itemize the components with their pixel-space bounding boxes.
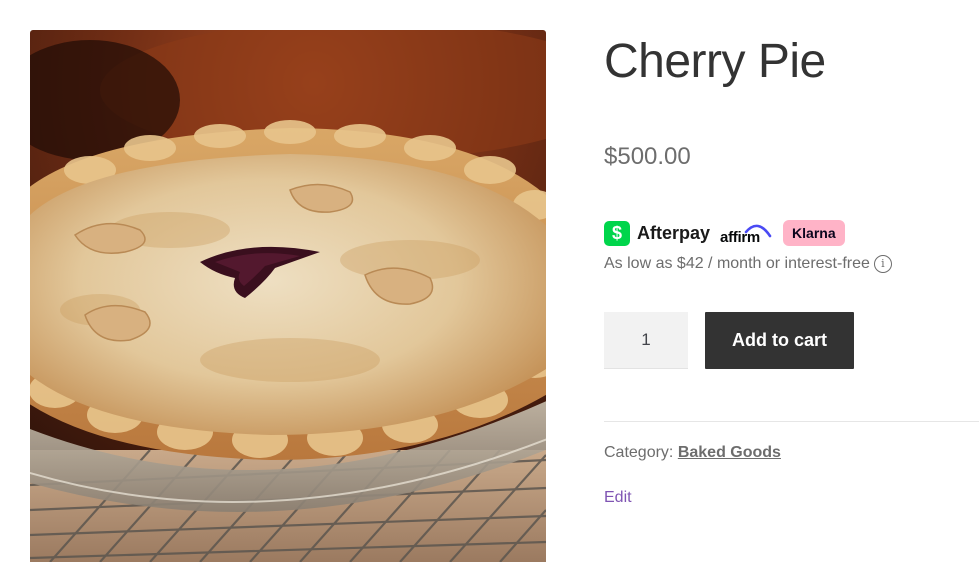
afterpay-label: Afterpay <box>637 222 711 243</box>
divider <box>604 421 979 422</box>
product-title: Cherry Pie <box>604 35 826 88</box>
product-image[interactable] <box>30 30 546 562</box>
installment-text: As low as $42 / month or interest-free <box>604 255 870 272</box>
product-page: Cherry Pie $500.00 $ Afterpay affirm Kla… <box>0 0 979 562</box>
klarna-badge[interactable]: Klarna <box>783 220 845 246</box>
quantity-input[interactable] <box>604 312 688 369</box>
edit-link[interactable]: Edit <box>604 488 632 508</box>
add-to-cart-button[interactable]: Add to cart <box>705 312 854 369</box>
installment-message: As low as $42 / month or interest-free i <box>604 253 892 275</box>
afterpay-badge[interactable]: $ Afterpay <box>604 220 711 246</box>
product-category: Category: Baked Goods <box>604 443 781 463</box>
category-link[interactable]: Baked Goods <box>678 444 781 461</box>
product-price: $500.00 <box>604 143 691 170</box>
affirm-label: affirm <box>720 229 760 246</box>
cashapp-icon: $ <box>604 220 630 246</box>
cherry-pie-photo <box>30 30 546 562</box>
info-icon[interactable]: i <box>873 255 892 273</box>
affirm-badge[interactable]: affirm <box>720 220 772 246</box>
category-label: Category: <box>604 444 678 461</box>
product-summary: Cherry Pie $500.00 $ Afterpay affirm Kla… <box>604 0 979 562</box>
payment-badges: $ Afterpay affirm Klarna <box>604 220 845 246</box>
